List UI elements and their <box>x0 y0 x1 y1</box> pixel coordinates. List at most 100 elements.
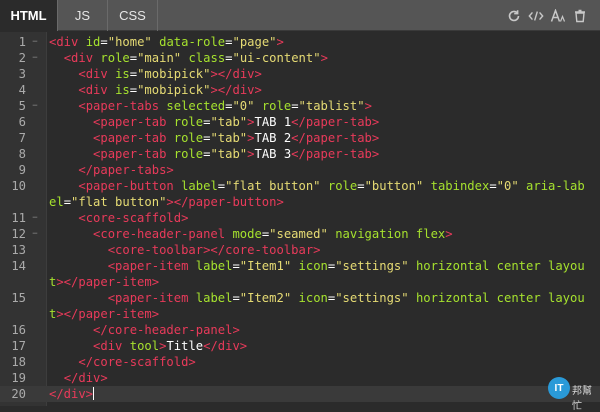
line-number: 16 <box>11 323 26 337</box>
code-line[interactable]: 9 </paper-tabs> <box>0 162 600 178</box>
line-number: 9 <box>18 163 26 177</box>
font-icon[interactable] <box>550 8 566 24</box>
line-number: 6 <box>18 115 26 129</box>
code-line[interactable]: 5 <paper-tabs selected="0" role="tablist… <box>0 98 600 114</box>
code-icon[interactable] <box>528 8 544 24</box>
tab-html[interactable]: HTML <box>0 0 58 31</box>
code-token: ></paper-button> <box>166 195 284 209</box>
fold-toggle-icon[interactable] <box>28 50 42 66</box>
code-token: data-role <box>159 35 226 49</box>
code-line[interactable]: 12 <core-header-panel mode="seamed" navi… <box>0 226 600 242</box>
code-token: Title <box>166 339 204 353</box>
code-line[interactable]: 6 <paper-tab role="tab">TAB 1</paper-tab… <box>0 114 600 130</box>
code-line[interactable]: 2 <div role="main" class="ui-content"> <box>0 50 600 66</box>
line-number: 17 <box>11 339 26 353</box>
tab-css[interactable]: CSS <box>108 0 158 31</box>
code-token: id <box>85 35 101 49</box>
code-line[interactable]: 18 </core-scaffold> <box>0 354 600 370</box>
code-token: TAB 2 <box>254 131 292 145</box>
code-token: "tab" <box>210 131 248 145</box>
fold-toggle-icon[interactable] <box>28 98 42 114</box>
code-token: <div <box>63 51 94 65</box>
fold-toggle-icon[interactable] <box>28 34 42 50</box>
code-text: <paper-tab role="tab">TAB 2</paper-tab> <box>42 130 590 146</box>
fold-toggle-icon[interactable] <box>28 210 42 226</box>
fold-toggle-icon[interactable] <box>28 226 42 242</box>
code-token: <paper-item <box>107 291 189 305</box>
code-token: tabindex <box>430 179 490 193</box>
line-number: 18 <box>11 355 26 369</box>
code-token: "button" <box>364 179 424 193</box>
code-token: <paper-button <box>78 179 174 193</box>
code-line[interactable]: 14 <paper-item label="Item1" icon="setti… <box>0 258 600 290</box>
line-number: 5 <box>18 99 26 113</box>
code-token: is <box>115 83 130 97</box>
code-token: TAB 1 <box>254 115 292 129</box>
code-line[interactable]: 7 <paper-tab role="tab">TAB 2</paper-tab… <box>0 130 600 146</box>
code-line[interactable]: 10 <paper-button label="flat button" rol… <box>0 178 600 210</box>
code-line[interactable]: 15 <paper-item label="Item2" icon="setti… <box>0 290 600 322</box>
code-token: </div> <box>203 339 248 353</box>
code-text: </core-scaffold> <box>42 354 590 370</box>
code-editor-window: HTML JS CSS 1 <div id="home" data-role="p… <box>0 0 600 412</box>
text-cursor <box>93 387 95 400</box>
code-token: <div <box>49 35 79 49</box>
code-token: <div <box>93 339 123 353</box>
code-text: <paper-item label="Item2" icon="settings… <box>42 290 590 322</box>
code-text: <div role="main" class="ui-content"> <box>42 50 590 66</box>
code-line[interactable]: 8 <paper-tab role="tab">TAB 3</paper-tab… <box>0 146 600 162</box>
code-line[interactable]: 11 <core-scaffold> <box>0 210 600 226</box>
code-line[interactable]: 17 <div tool>Title</div> <box>0 338 600 354</box>
code-text: <paper-item label="Item1" icon="settings… <box>42 258 590 290</box>
line-number: 12 <box>11 227 26 241</box>
code-token: <core-scaffold> <box>78 211 189 225</box>
code-token: > <box>276 35 284 49</box>
code-line[interactable]: 20 </div> <box>0 386 600 402</box>
code-line[interactable]: 3 <div is="mobipick"></div> <box>0 66 600 82</box>
code-token: TAB 3 <box>254 147 292 161</box>
code-token: > <box>445 227 453 241</box>
line-number: 14 <box>11 259 26 273</box>
code-token: "flat button" <box>225 179 321 193</box>
code-token: </paper-tab> <box>291 147 380 161</box>
code-token: label <box>181 179 218 193</box>
code-token: icon <box>298 259 328 273</box>
code-text: <div id="home" data-role="page"> <box>42 34 590 50</box>
code-line[interactable]: 16 </core-header-panel> <box>0 322 600 338</box>
tab-js[interactable]: JS <box>58 0 108 31</box>
code-line[interactable]: 13 <core-toolbar></core-toolbar> <box>0 242 600 258</box>
code-token: "mobipick" <box>137 67 211 81</box>
code-token: <paper-tabs <box>78 99 160 113</box>
code-line[interactable]: 4 <div is="mobipick"></div> <box>0 82 600 98</box>
code-token: = <box>291 99 299 113</box>
refresh-icon[interactable] <box>506 8 522 24</box>
code-token: = <box>232 259 240 273</box>
line-number: 1 <box>18 35 26 49</box>
code-token: ></div> <box>210 67 262 81</box>
code-line[interactable]: 1 <div id="home" data-role="page"> <box>0 34 600 50</box>
delete-icon[interactable] <box>572 8 588 24</box>
code-area[interactable]: 1 <div id="home" data-role="page">2 <div … <box>0 34 600 402</box>
code-token: <paper-tab <box>93 131 167 145</box>
code-token: <paper-tab <box>93 115 167 129</box>
code-text: </core-header-panel> <box>42 322 590 338</box>
watermark-text: 邦幫忙 <box>572 386 592 412</box>
code-line[interactable]: 19 </div> <box>0 370 600 386</box>
line-number: 10 <box>11 179 26 193</box>
code-token: = <box>129 51 138 65</box>
